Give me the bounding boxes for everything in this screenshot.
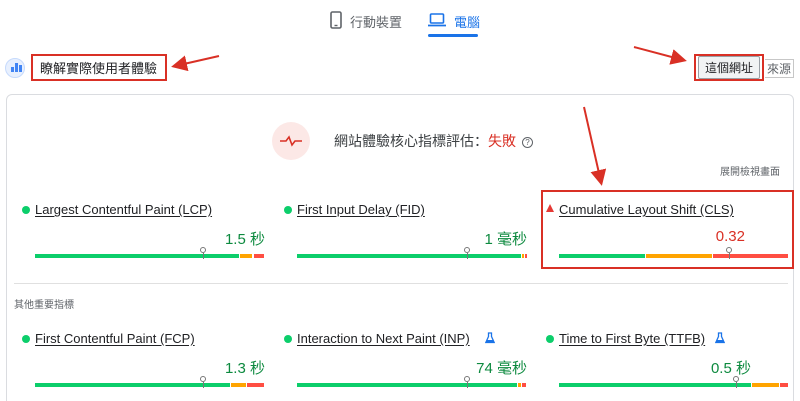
metric-name-text: Time to First Byte (TTFB): [559, 331, 706, 346]
metric-name[interactable]: First Contentful Paint (FCP): [35, 331, 195, 346]
other-metrics-label: 其他重要指標: [14, 300, 74, 311]
needs-improvement-segment: [522, 254, 525, 258]
metric-name[interactable]: Time to First Byte (TTFB): [559, 331, 705, 346]
status-good-icon: [284, 335, 292, 343]
active-tab-indicator: [428, 34, 478, 37]
tab-mobile[interactable]: 行動裝置: [330, 6, 402, 36]
poor-segment: [246, 383, 264, 387]
needs-improvement-segment: [752, 383, 779, 387]
status-good-icon: [22, 335, 30, 343]
this-url-button[interactable]: 這個網址: [697, 56, 760, 79]
needs-improvement-segment: [239, 254, 253, 258]
good-segment: [35, 254, 239, 258]
poor-segment: [253, 254, 264, 258]
distribution-bar: [559, 376, 789, 388]
metric-name[interactable]: Interaction to Next Paint (INP): [297, 331, 470, 346]
poor-segment: [779, 383, 788, 387]
status-good-icon: [546, 335, 554, 343]
good-segment: [35, 383, 230, 387]
expand-view-link[interactable]: 展開檢視畫面: [720, 163, 780, 178]
divider: [14, 283, 788, 284]
status-good-icon: [22, 206, 30, 214]
poor-segment: [522, 383, 526, 387]
assessment-label: 網站體驗核心指標評估：: [334, 133, 488, 149]
metric-value: 0.5 秒: [710, 360, 751, 377]
phone-icon: [330, 10, 342, 32]
metric-value: 1.3 秒: [224, 360, 265, 377]
failed-pulse-icon: [272, 122, 310, 160]
metric-value: 1 毫秒: [484, 231, 527, 248]
distribution-bar: [35, 376, 265, 388]
assessment-text: 網站體驗核心指標評估：失敗?: [334, 131, 533, 151]
needs-improvement-segment: [517, 383, 522, 387]
metric-value: 1.5 秒: [224, 231, 265, 248]
poor-segment: [525, 254, 528, 258]
metric-name[interactable]: Largest Contentful Paint (LCP): [35, 202, 212, 217]
needs-improvement-segment: [230, 383, 246, 387]
laptop-icon: [428, 12, 446, 30]
crux-bar-chart-icon: [5, 58, 25, 78]
p75-marker: [199, 376, 206, 388]
field-data-title: 瞭解實際使用者體驗: [31, 54, 167, 81]
tab-desktop[interactable]: 電腦: [428, 6, 480, 36]
assessment-result: 失敗: [488, 133, 516, 149]
this-url-button-highlight: 這個網址: [694, 54, 764, 81]
good-segment: [559, 383, 752, 387]
origin-button[interactable]: 來源: [765, 59, 794, 78]
status-good-icon: [284, 206, 292, 214]
tab-desktop-label: 電腦: [454, 14, 481, 30]
tab-mobile-label: 行動裝置: [350, 14, 403, 30]
field-data-header: 瞭解實際使用者體驗 這個網址 來源: [0, 52, 800, 86]
metric-name-text: Interaction to Next Paint (INP): [297, 331, 470, 346]
p75-marker: [199, 247, 206, 259]
good-segment: [297, 254, 522, 258]
cwv-assessment: 網站體驗核心指標評估：失敗?: [272, 122, 533, 160]
field-data-title-text: 瞭解實際使用者體驗: [40, 61, 158, 76]
experimental-flask-icon[interactable]: [484, 332, 496, 347]
distribution-bar: [35, 247, 265, 259]
distribution-bar: [297, 247, 528, 259]
metric-value: 74 毫秒: [476, 360, 527, 377]
metric-name[interactable]: First Input Delay (FID): [297, 202, 425, 217]
cls-highlight-box: [541, 190, 794, 269]
experimental-flask-icon[interactable]: [714, 332, 726, 347]
distribution-bar: [297, 376, 527, 388]
help-icon[interactable]: ?: [522, 137, 533, 148]
good-segment: [297, 383, 517, 387]
device-tabs: 行動裝置 電腦: [0, 0, 800, 40]
